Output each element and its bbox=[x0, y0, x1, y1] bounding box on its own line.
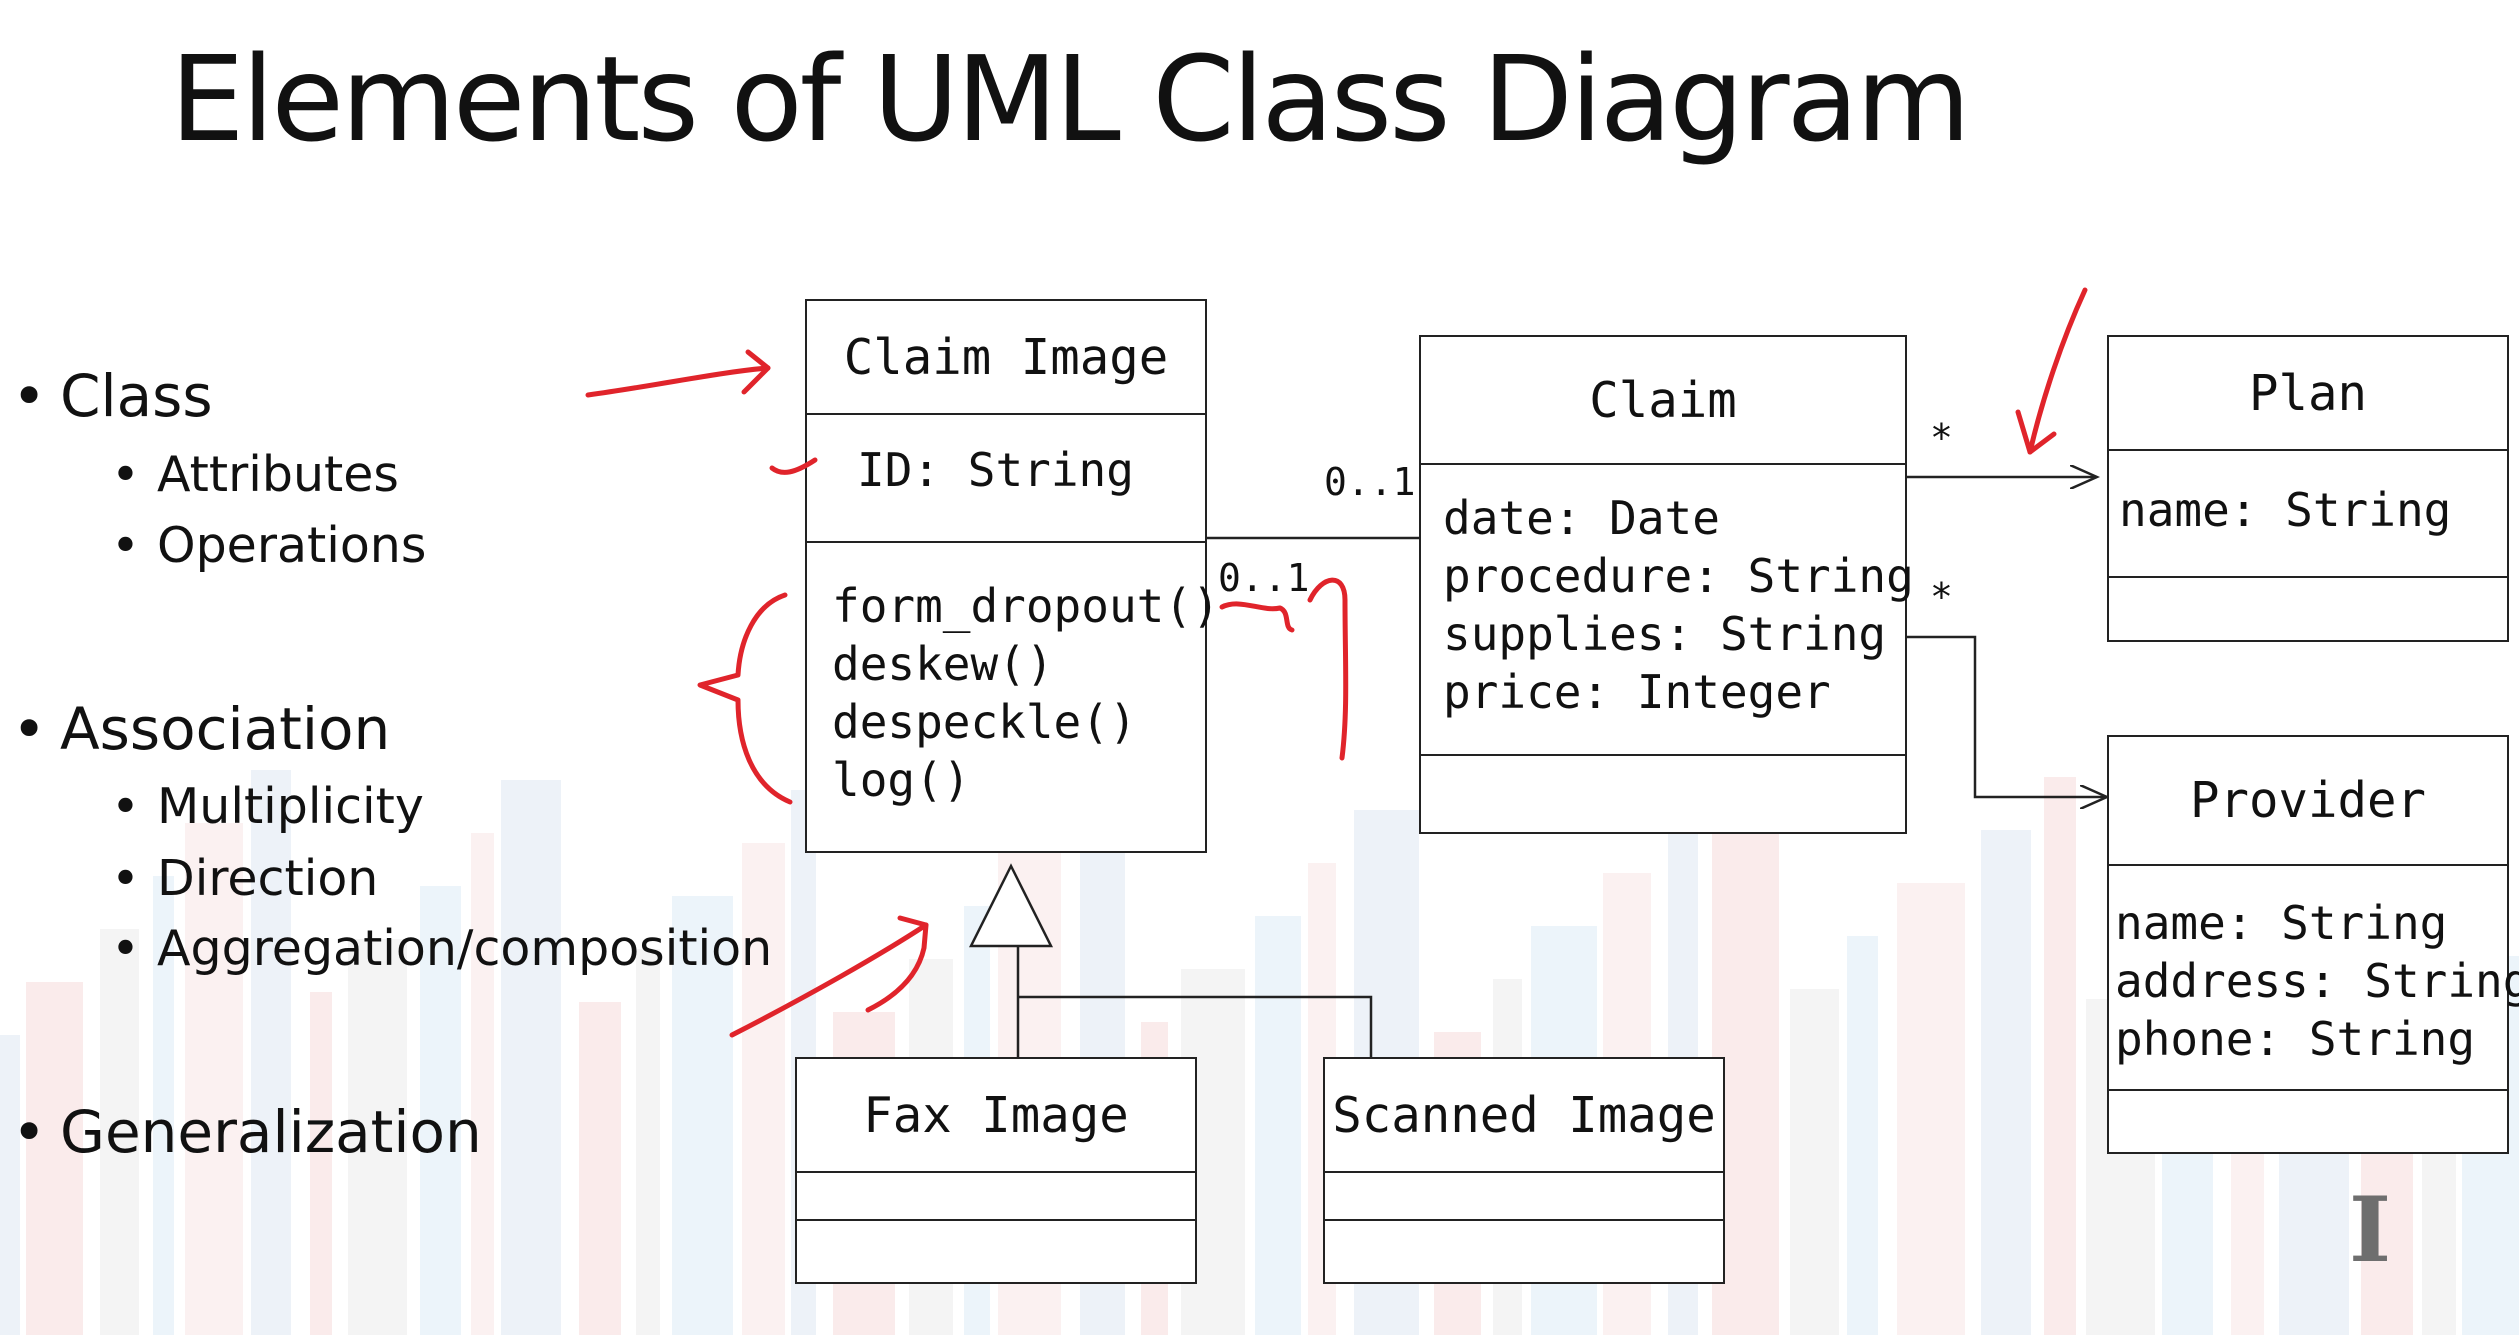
annotation-arrow-plan-icon bbox=[2027, 287, 2088, 455]
handwritten-annotations bbox=[585, 287, 2088, 1038]
annotation-tilde-multiplicity-icon bbox=[1219, 601, 1295, 633]
annotation-tick-attribute-icon bbox=[769, 457, 818, 475]
annotation-arrow-class-icon bbox=[585, 365, 771, 398]
annotation-arrow-generalization-icon bbox=[729, 922, 929, 1038]
illinois-block-i-icon: I bbox=[2348, 1177, 2392, 1283]
annotation-brace-operations-icon bbox=[697, 592, 793, 805]
annotation-hook-multiplicity-icon bbox=[1307, 577, 1349, 761]
